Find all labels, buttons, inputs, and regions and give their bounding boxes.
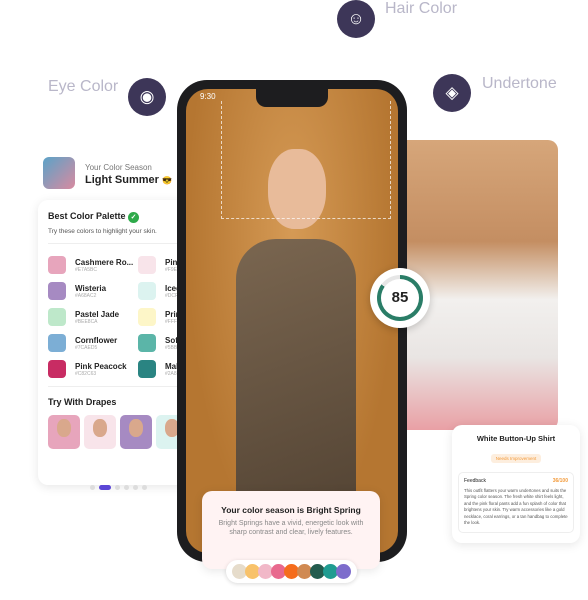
swatch-item[interactable]: Wisteria #A68AC2 [48,278,138,304]
season-title: Light Summer 😎 [85,174,172,186]
score-value: 85 [381,279,419,317]
palette-subtitle: Try these colors to highlight your skin. [48,228,188,244]
result-body: Bright Springs have a vivid, energetic l… [218,520,364,537]
swatch-color [48,334,66,352]
swatch-color [48,308,66,326]
swatch-color [138,282,156,300]
eye-color-label: Eye Color [48,78,119,95]
swatch-item[interactable]: Cornflower #7CAED5 [48,330,138,356]
status-badge: Needs Improvement [490,454,542,463]
palette-title: Best Color Palette ✓ [48,211,188,223]
carousel-dots[interactable] [48,477,188,495]
drapes-title: Try With Drapes [48,386,188,407]
swatch-color [138,334,156,352]
drape-option[interactable] [120,415,152,449]
outfit-title: White Button-Up Shirt [476,434,556,443]
season-palette [226,560,357,583]
swatch-color [48,282,66,300]
check-icon: ✓ [128,212,140,223]
feedback-text: This outfit flatters your warm undertone… [464,488,568,526]
portrait-photo: 9:30 [186,89,398,553]
swatch-color [48,360,66,378]
drape-option[interactable] [84,415,116,449]
undertone-icon: ◈ [433,74,471,112]
palette-color [336,564,351,579]
swatch-color [138,308,156,326]
swatch-item[interactable]: Cashmere Ro... #E7A5BC [48,252,138,278]
eye-icon: ◉ [128,78,166,116]
swatch-color [138,360,156,378]
feedback-label: Feedback [464,478,486,484]
hair-color-label: Hair Color [385,0,458,17]
undertone-label: Undertone [482,75,557,92]
phone-frame: 9:30 [177,80,407,562]
swatch-item[interactable]: Pink Peacock #C82C63 [48,356,138,382]
season-result-card: Your color season is Bright Spring Brigh… [202,491,380,569]
swatch-item[interactable]: Pastel Jade #BEE8CA [48,304,138,330]
swatch-color [138,256,156,274]
score-gauge: 85 [370,268,430,328]
outfit-score: 36/100 [552,478,568,484]
result-title: Your color season is Bright Spring [221,505,361,515]
status-time: 9:30 [200,92,216,101]
swatch-color [48,256,66,274]
drape-option[interactable] [48,415,80,449]
season-subtitle: Your Color Season [85,163,152,172]
palette-card: Best Color Palette ✓ Try these colors to… [38,200,198,490]
avatar [43,157,75,189]
outfit-card: White Button-Up Shirt Needs Improvement … [452,425,580,543]
hair-icon: ☺ [337,0,375,38]
